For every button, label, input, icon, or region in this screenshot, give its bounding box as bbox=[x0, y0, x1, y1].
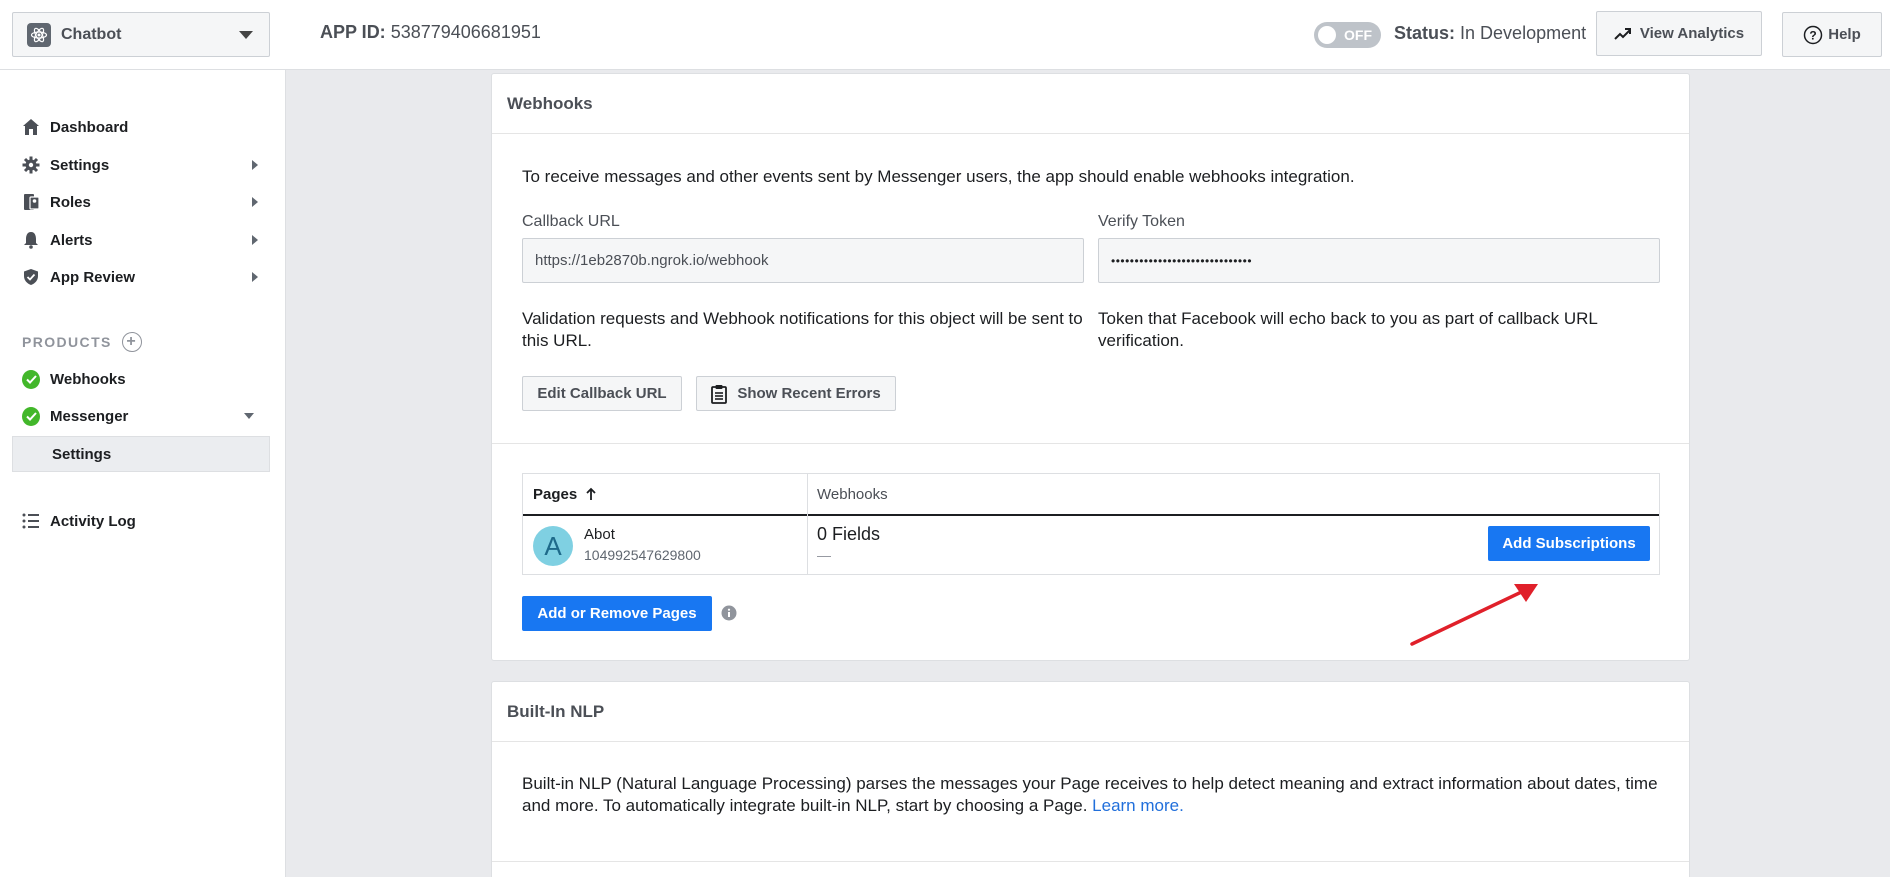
products-heading-label: PRODUCTS bbox=[22, 334, 112, 350]
avatar: A bbox=[533, 526, 573, 566]
app-name: Chatbot bbox=[61, 25, 122, 43]
messenger-status bbox=[22, 406, 40, 426]
column-header-webhooks: Webhooks bbox=[817, 485, 888, 503]
column-header-label: Pages bbox=[533, 485, 578, 503]
page-id: 104992547629800 bbox=[584, 547, 701, 563]
help-label: Help bbox=[1828, 26, 1861, 43]
callback-url-label: Callback URL bbox=[522, 213, 620, 230]
sidebar-item-label: Alerts bbox=[50, 231, 93, 249]
sidebar-item-label: Settings bbox=[50, 156, 110, 174]
check-icon bbox=[22, 406, 40, 426]
sidebar-item-label: App Review bbox=[50, 268, 136, 286]
add-or-remove-pages-button[interactable]: Add or Remove Pages bbox=[522, 596, 712, 631]
sidebar-item-label: Dashboard bbox=[50, 118, 129, 136]
pages-table: Pages Webhooks A Abot 104992547629800 0 … bbox=[522, 473, 1660, 575]
add-subscriptions-button[interactable]: Add Subscriptions bbox=[1488, 526, 1650, 561]
show-recent-errors-button[interactable]: Show Recent Errors bbox=[696, 376, 896, 411]
chevron-right-icon bbox=[252, 235, 258, 245]
products-heading: PRODUCTS + bbox=[22, 332, 142, 352]
fields-count: 0 Fields bbox=[817, 524, 881, 544]
sidebar-item-roles[interactable]: Roles bbox=[22, 187, 262, 217]
chevron-down-icon bbox=[239, 31, 253, 39]
sort-ascending-icon bbox=[586, 487, 596, 500]
status-value: In Development bbox=[1460, 23, 1587, 43]
page-name: Abot bbox=[584, 526, 615, 543]
sidebar-item-messenger[interactable]: Messenger bbox=[22, 401, 262, 431]
info-icon[interactable] bbox=[721, 605, 737, 621]
trending-up-icon bbox=[1614, 27, 1631, 40]
verify-token-help: Token that Facebook will echo back to yo… bbox=[1098, 309, 1598, 350]
sidebar-item-webhooks[interactable]: Webhooks bbox=[22, 364, 262, 394]
app-id-value: 538779406681951 bbox=[390, 22, 541, 42]
nlp-description-text: Built-in NLP (Natural Language Processin… bbox=[522, 774, 1658, 815]
svg-text:?: ? bbox=[1810, 28, 1817, 42]
nlp-description: Built-in NLP (Natural Language Processin… bbox=[522, 773, 1662, 817]
divider bbox=[492, 861, 1689, 862]
verify-token-label: Verify Token bbox=[1098, 213, 1185, 230]
column-header-pages[interactable]: Pages bbox=[533, 474, 597, 514]
edit-callback-url-button[interactable]: Edit Callback URL bbox=[522, 376, 682, 411]
callback-url-help: Validation requests and Webhook notifica… bbox=[522, 309, 1083, 350]
chevron-right-icon bbox=[252, 160, 258, 170]
sidebar: Dashboard Settings Roles Alerts App Revi… bbox=[0, 70, 286, 877]
sidebar-item-activity-log[interactable]: Activity Log bbox=[22, 506, 262, 536]
live-mode-toggle[interactable]: OFF bbox=[1314, 22, 1381, 48]
app-id: APP ID: 538779406681951 bbox=[320, 22, 541, 43]
sidebar-item-label: Webhooks bbox=[50, 370, 126, 388]
sidebar-item-dashboard[interactable]: Dashboard bbox=[22, 112, 262, 142]
sidebar-item-label: Activity Log bbox=[50, 512, 136, 530]
app-status: Status: In Development bbox=[1394, 23, 1586, 44]
show-recent-errors-label: Show Recent Errors bbox=[737, 385, 881, 402]
learn-more-link[interactable]: Learn more. bbox=[1092, 796, 1184, 815]
bell-icon bbox=[22, 231, 40, 249]
sidebar-item-app-review[interactable]: App Review bbox=[22, 262, 262, 292]
webhooks-status bbox=[22, 369, 40, 389]
toggle-knob bbox=[1318, 26, 1336, 44]
annotation-arrow-icon bbox=[1410, 584, 1538, 646]
status-label: Status: bbox=[1394, 23, 1456, 43]
top-bar: Chatbot APP ID: 538779406681951 OFF Stat… bbox=[0, 0, 1890, 70]
help-button[interactable]: ? Help bbox=[1782, 12, 1882, 57]
check-icon bbox=[22, 369, 40, 389]
header-rule bbox=[523, 514, 1659, 516]
add-product-icon[interactable]: + bbox=[121, 332, 142, 352]
chevron-down-icon bbox=[244, 413, 254, 419]
clipboard-icon bbox=[711, 384, 728, 404]
toggle-label: OFF bbox=[1344, 27, 1372, 43]
react-icon bbox=[27, 22, 51, 47]
home-icon bbox=[22, 118, 40, 136]
fields-sub: — bbox=[817, 547, 831, 563]
list-icon bbox=[22, 512, 40, 530]
shield-icon bbox=[22, 268, 40, 286]
divider bbox=[492, 443, 1689, 444]
view-analytics-button[interactable]: View Analytics bbox=[1596, 11, 1762, 56]
webhooks-intro: To receive messages and other events sen… bbox=[522, 167, 1355, 186]
column-divider bbox=[807, 474, 808, 574]
panel-title: Built-In NLP bbox=[492, 682, 1689, 742]
gear-icon bbox=[22, 156, 40, 174]
built-in-nlp-panel: Built-In NLP Built-in NLP (Natural Langu… bbox=[491, 681, 1690, 877]
sidebar-item-alerts[interactable]: Alerts bbox=[22, 225, 262, 255]
sidebar-item-settings[interactable]: Settings bbox=[22, 150, 262, 180]
sidebar-item-messenger-settings[interactable]: Settings bbox=[12, 436, 270, 472]
view-analytics-label: View Analytics bbox=[1639, 25, 1745, 42]
sidebar-item-label: Messenger bbox=[50, 407, 129, 425]
chevron-right-icon bbox=[252, 272, 258, 282]
chevron-right-icon bbox=[252, 197, 258, 207]
panel-title: Webhooks bbox=[492, 74, 1689, 134]
app-id-label: APP ID: bbox=[320, 22, 386, 42]
verify-token-field[interactable]: •••••••••••••••••••••••••••••• bbox=[1098, 238, 1660, 283]
app-selector[interactable]: Chatbot bbox=[12, 12, 270, 57]
help-icon: ? bbox=[1803, 25, 1823, 44]
callback-url-field[interactable]: https://1eb2870b.ngrok.io/webhook bbox=[522, 238, 1084, 283]
sidebar-item-label: Roles bbox=[50, 193, 91, 211]
roles-icon bbox=[22, 193, 40, 211]
